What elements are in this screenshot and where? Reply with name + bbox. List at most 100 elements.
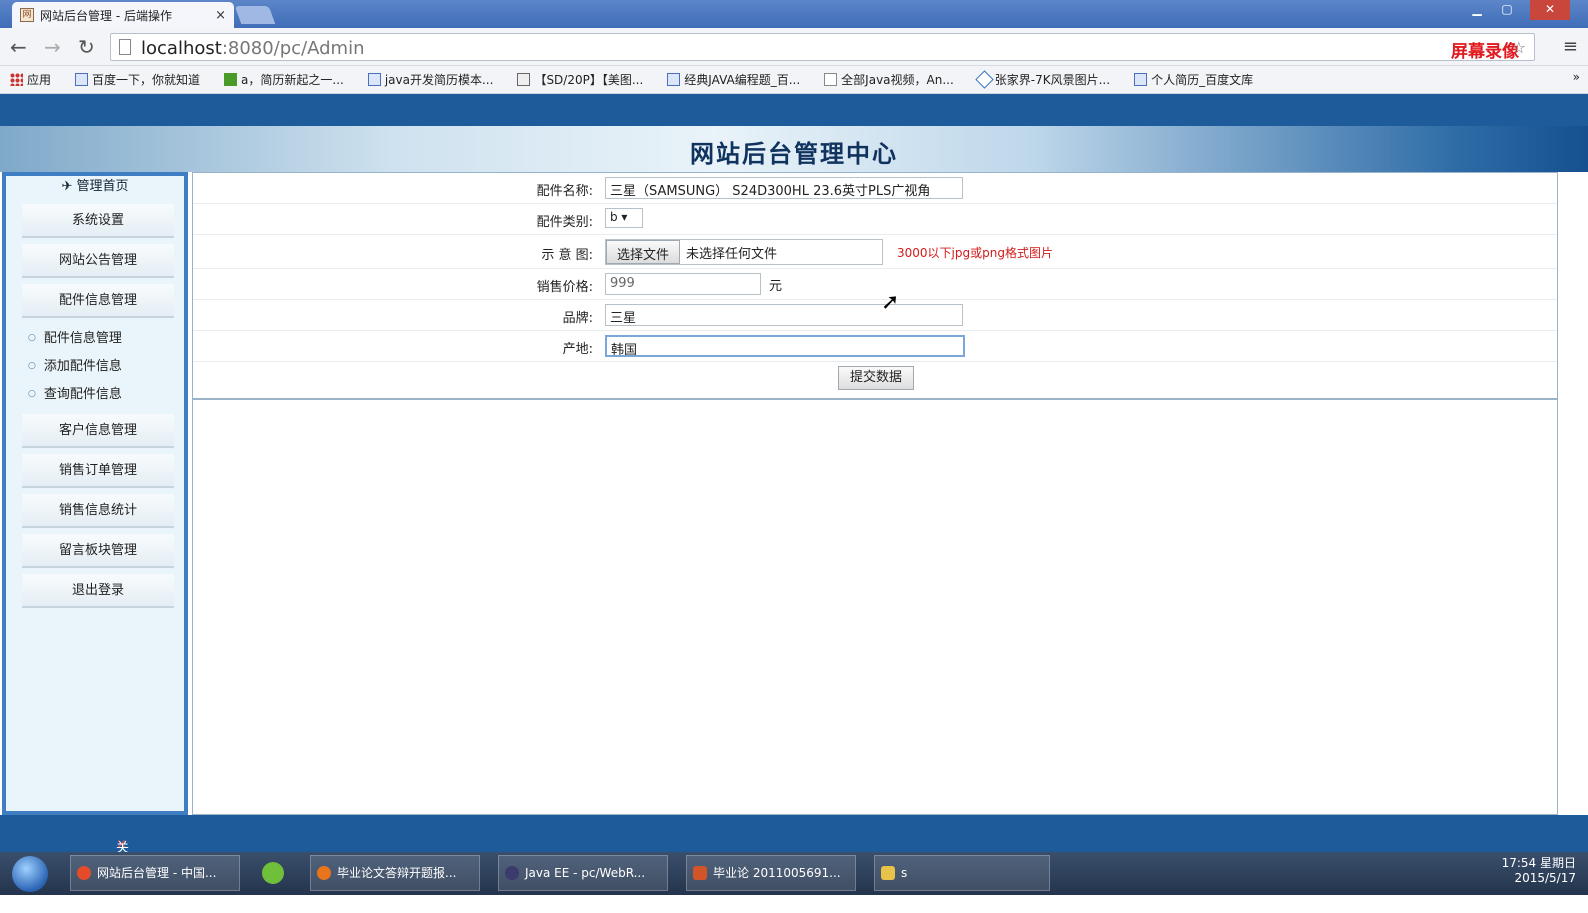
diamond-icon xyxy=(975,70,994,89)
bookmark-item[interactable]: 个人简历_百度文库 xyxy=(1134,71,1253,88)
taskbar-label: s xyxy=(901,866,908,880)
tab-close-icon[interactable]: × xyxy=(215,8,226,23)
submit-button[interactable]: 提交数据 xyxy=(838,366,914,390)
form-row-category: 配件类别: b ▾ xyxy=(193,204,1557,235)
sidebar-head-label: 管理首页 xyxy=(76,179,129,194)
sidebar-subitem-add-part[interactable]: 添加配件信息 xyxy=(6,352,184,380)
brand-input[interactable]: 三星 xyxy=(605,304,963,326)
reload-icon[interactable]: ↻ xyxy=(78,35,95,59)
taskbar-label: 毕业论文答辩开题报... xyxy=(337,866,457,880)
bookmark-label: java开发简历模本... xyxy=(384,73,494,87)
windows-taskbar: 网站后台管理 - 中国... 毕业论文答辩开题报... Java EE - pc… xyxy=(0,852,1588,895)
bookmark-item[interactable]: 百度一下，你就知道 xyxy=(75,71,200,88)
main-content: 配件名称: 三星（SAMSUNG） S24D300HL 23.6英寸PLS广视角… xyxy=(192,172,1558,815)
folder-icon xyxy=(881,866,895,880)
bookmark-item[interactable]: 全部Java视频，An... xyxy=(824,71,954,88)
page-icon xyxy=(824,73,838,86)
taskbar-item-eclipse[interactable]: Java EE - pc/WebR... xyxy=(498,855,668,891)
address-url: localhost:8080/pc/Admin xyxy=(141,38,365,59)
taskbar-item-folder[interactable]: s xyxy=(874,855,1050,891)
sidebar-menu: ✈ 管理首页 系统设置 网站公告管理 配件信息管理 配件信息管理 添加配件信息 … xyxy=(6,176,184,811)
sidebar-item-system-settings[interactable]: 系统设置 xyxy=(22,204,174,238)
firefox-icon xyxy=(317,866,331,880)
tray-time: 17:54 星期日 xyxy=(1501,856,1576,870)
bookmarks-more-icon[interactable]: » xyxy=(1573,70,1580,84)
admin-page: 网站后台管理中心 ✈ 管理首页 系统设置 网站公告管理 配件信息管理 配件信息管… xyxy=(0,94,1588,913)
new-tab-button[interactable] xyxy=(234,6,276,24)
price-label: 销售价格: xyxy=(536,280,593,295)
taskbar-label: 网站后台管理 - 中国... xyxy=(97,866,217,880)
powerpoint-icon xyxy=(693,866,707,880)
tray-date: 2015/5/17 xyxy=(1514,871,1576,885)
bookmark-item[interactable]: 经典JAVA编程题_百... xyxy=(667,71,800,88)
taskbar-label: Java EE - pc/WebR... xyxy=(525,866,646,880)
sidebar-item-logout[interactable]: 退出登录 xyxy=(22,574,174,608)
bookmark-star-icon[interactable]: ☆ xyxy=(1512,38,1526,57)
paw-icon xyxy=(75,73,89,86)
start-button[interactable] xyxy=(12,856,48,892)
category-label: 配件类别: xyxy=(536,215,593,230)
taskbar-item-firefox[interactable]: 毕业论文答辩开题报... xyxy=(310,855,480,891)
admin-banner: 网站后台管理中心 xyxy=(0,126,1588,172)
bookmark-item[interactable]: 张家界-7K风景图片... xyxy=(975,70,1111,89)
bookmark-apps[interactable]: 应用 xyxy=(10,71,51,88)
sidebar-item-orders[interactable]: 销售订单管理 xyxy=(22,454,174,488)
form-row-submit: 提交数据 xyxy=(193,362,1557,398)
sidebar-item-messages[interactable]: 留言板块管理 xyxy=(22,534,174,568)
bookmark-label: 【SD/20P】【美图... xyxy=(534,73,644,87)
page-icon xyxy=(119,39,131,55)
file-status: 未选择任何文件 xyxy=(686,246,778,262)
chrome-icon xyxy=(77,866,91,880)
bookmark-label: 张家界-7K风景图片... xyxy=(994,73,1111,87)
bookmark-item[interactable]: java开发简历模本... xyxy=(367,71,494,88)
bookmark-label: a，简历新起之一... xyxy=(241,73,344,87)
sidebar-subitem-query-parts[interactable]: 查询配件信息 xyxy=(6,380,184,408)
minimize-icon[interactable]: ▁ xyxy=(1464,0,1490,20)
bookmark-label: 百度一下，你就知道 xyxy=(92,73,201,87)
maximize-icon[interactable]: ▢ xyxy=(1494,0,1520,20)
category-select[interactable]: b ▾ xyxy=(605,208,643,228)
name-input[interactable]: 三星（SAMSUNG） S24D300HL 23.6英寸PLS广视角 xyxy=(605,177,963,199)
system-tray[interactable]: 17:54 星期日 2015/5/17 xyxy=(1502,856,1576,886)
sidebar-item-sales-stats[interactable]: 销售信息统计 xyxy=(22,494,174,528)
bookmark-label: 全部Java视频，An... xyxy=(841,73,954,87)
home-bird-icon: ✈ xyxy=(61,179,77,194)
admin-bottom-bar: ×关闭左栏 xyxy=(0,815,1588,913)
browser-tab-strip: 网 网站后台管理 - 后端操作 × ▁ ▢ ✕ xyxy=(0,0,1588,28)
choose-file-button[interactable]: 选择文件 xyxy=(606,240,681,264)
back-icon[interactable]: ← xyxy=(10,35,27,59)
address-bar[interactable]: localhost:8080/pc/Admin 屏幕录像专家 未注册 ☆ xyxy=(110,33,1535,112)
bookmark-item[interactable]: 【SD/20P】【美图... xyxy=(517,71,643,88)
bookmarks-bar: 应用 百度一下，你就知道 a，简历新起之一... java开发简历模本... 【… xyxy=(0,66,1588,94)
eclipse-icon xyxy=(505,866,519,880)
sidebar-item-customers[interactable]: 客户信息管理 xyxy=(22,414,174,448)
taskbar-item-powerpoint[interactable]: 毕业论 2011005691... xyxy=(686,855,856,891)
close-window-icon[interactable]: ✕ xyxy=(1530,0,1570,20)
site-icon xyxy=(517,73,531,86)
sidebar-home-link[interactable]: ✈ 管理首页 xyxy=(6,176,184,198)
taskbar-app-icon[interactable] xyxy=(262,862,284,884)
origin-input[interactable]: 韩国 xyxy=(605,335,965,357)
price-input[interactable]: 999 xyxy=(605,273,761,295)
mouse-cursor-icon: ➚ xyxy=(881,290,900,315)
sidebar-subitem-manage-parts[interactable]: 配件信息管理 xyxy=(6,324,184,352)
sidebar: ✈ 管理首页 系统设置 网站公告管理 配件信息管理 配件信息管理 添加配件信息 … xyxy=(2,172,188,815)
form-row-brand: 品牌: 三星 xyxy=(193,300,1557,331)
forward-icon[interactable]: → xyxy=(44,35,61,59)
browser-tab-active[interactable]: 网 网站后台管理 - 后端操作 × xyxy=(12,2,234,28)
form-row-name: 配件名称: 三星（SAMSUNG） S24D300HL 23.6英寸PLS广视角 xyxy=(193,173,1557,204)
form-row-price: 销售价格: 999 元 xyxy=(193,269,1557,300)
form-row-image: 示 意 图: 选择文件 未选择任何文件 3000以下jpg或png格式图片 xyxy=(193,235,1557,269)
price-unit: 元 xyxy=(769,278,783,294)
taskbar-item-chrome[interactable]: 网站后台管理 - 中国... xyxy=(70,855,240,891)
bookmark-label: 个人简历_百度文库 xyxy=(1151,73,1254,87)
bookmark-item[interactable]: a，简历新起之一... xyxy=(224,71,344,88)
form-row-origin: 产地: 韩国 xyxy=(193,331,1557,362)
site-icon xyxy=(224,73,238,86)
page-title: 网站后台管理中心 xyxy=(690,140,898,168)
apps-grid-icon xyxy=(10,73,23,86)
sidebar-item-announcements[interactable]: 网站公告管理 xyxy=(22,244,174,278)
browser-menu-icon[interactable]: ≡ xyxy=(1563,36,1578,57)
taskbar-label: 毕业论 2011005691... xyxy=(713,866,841,880)
sidebar-item-parts[interactable]: 配件信息管理 xyxy=(22,284,174,318)
